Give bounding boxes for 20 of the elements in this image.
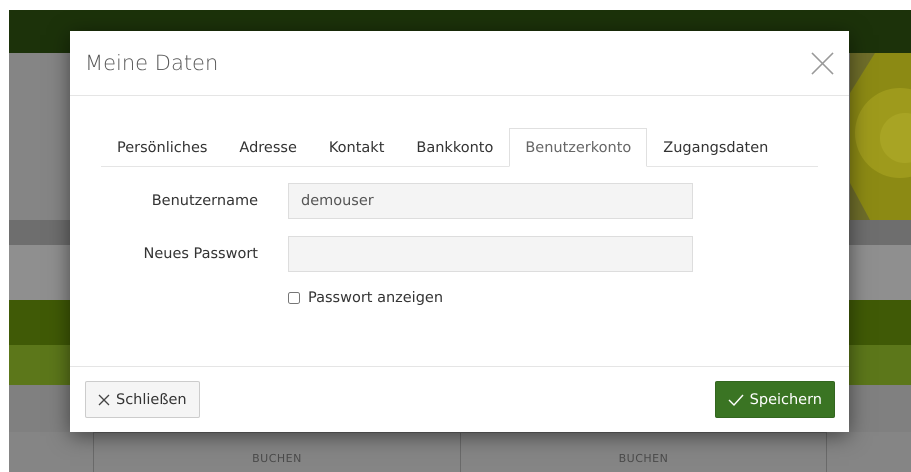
tab[interactable]: Persönliches xyxy=(101,128,224,167)
field-label: Benutzername xyxy=(150,193,258,209)
tab[interactable]: Kontakt xyxy=(312,128,400,167)
input-field[interactable]: demouser xyxy=(288,183,693,219)
close-button[interactable]: Schließen xyxy=(85,381,200,418)
close-icon[interactable] xyxy=(811,52,834,74)
tab[interactable]: Adresse xyxy=(223,128,313,167)
field-label: Neues Passwort xyxy=(142,246,258,262)
tab[interactable]: Benutzerkonto xyxy=(509,128,648,167)
save-button[interactable]: Speichern xyxy=(714,381,835,418)
input-field[interactable] xyxy=(288,236,693,272)
tab[interactable]: Bankkonto xyxy=(400,128,510,167)
checkmark-icon xyxy=(728,394,744,406)
dialog-title: Meine Daten xyxy=(85,51,218,75)
tab[interactable]: Zugangsdaten xyxy=(647,128,784,167)
checkbox-label: Passwort anzeigen xyxy=(308,290,444,306)
booking-label: BUCHEN xyxy=(252,452,302,465)
checkbox[interactable] xyxy=(288,292,300,304)
close-icon xyxy=(98,394,110,406)
booking-label: BUCHEN xyxy=(618,452,668,465)
